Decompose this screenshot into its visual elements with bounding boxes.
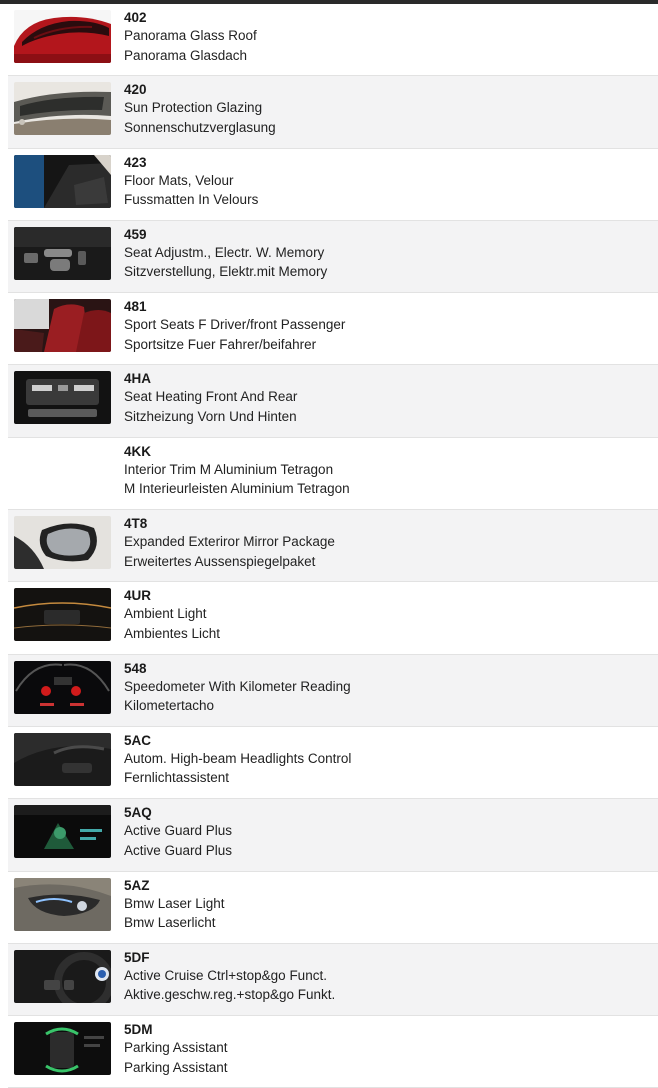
option-name-de: Aktive.geschw.reg.+stop&go Funkt. [124, 987, 336, 1003]
list-item: 4UR Ambient Light Ambientes Licht [8, 582, 658, 655]
option-name-de: Erweitertes Aussenspiegelpaket [124, 553, 316, 569]
option-name-de: Ambientes Licht [124, 625, 221, 641]
option-name-de: Sitzheizung Vorn Und Hinten [124, 408, 297, 424]
list-item: 4T8 Expanded Exteriror Mirror Package Er… [8, 510, 658, 583]
option-name-de: Sonnenschutzverglasung [124, 119, 276, 135]
list-item: 459 Seat Adjustm., Electr. W. Memory Sit… [8, 220, 658, 294]
option-name-de: Fernlichtassistent [124, 770, 230, 786]
list-item: 548 Speedometer With Kilometer Reading K… [8, 654, 658, 727]
option-name-en: Ambient Light [124, 606, 207, 622]
option-name-de: Panorama Glasdach [124, 47, 248, 63]
option-name-de: Sitzverstellung, Elektr.mit Memory [124, 264, 328, 280]
steering-wheel-thumbnail [14, 949, 111, 1003]
dashboard-thumbnail [14, 732, 111, 786]
red-car-roof-thumbnail [14, 10, 111, 63]
option-code: 4T8 [124, 516, 148, 532]
list-item: 423 Floor Mats, Velour Fussmatten In Vel… [8, 148, 658, 221]
list-item: 4HA Seat Heating Front And Rear Sitzheiz… [8, 365, 658, 438]
option-code: 5AC [124, 732, 152, 748]
option-name-en: Interior Trim M Aluminium Tetragon [124, 461, 334, 477]
option-name-en: Seat Heating Front And Rear [124, 389, 298, 405]
side-mirror-thumbnail [14, 516, 111, 570]
option-name-de: Active Guard Plus [124, 842, 233, 858]
option-code: 481 [124, 299, 147, 315]
option-code: 4KK [124, 443, 152, 459]
speedometer-thumbnail [14, 660, 111, 714]
option-name-en: Seat Adjustm., Electr. W. Memory [124, 244, 325, 260]
option-code: 5DM [124, 1022, 153, 1038]
option-name-en: Active Cruise Ctrl+stop&go Funct. [124, 967, 327, 983]
option-code: 423 [124, 154, 147, 170]
option-name-en: Floor Mats, Velour [124, 172, 234, 188]
side-window-thumbnail [14, 82, 111, 136]
floor-mats-thumbnail [14, 154, 111, 208]
option-name-de: Fussmatten In Velours [124, 192, 259, 208]
option-code: 5AZ [124, 877, 150, 893]
option-name-en: Active Guard Plus [124, 823, 233, 839]
option-name-de: Sportsitze Fuer Fahrer/beifahrer [124, 336, 317, 352]
option-code: 402 [124, 10, 147, 25]
list-item: 402 Panorama Glass Roof Panorama Glasdac… [8, 4, 658, 77]
option-name-de: M Interieurleisten Aluminium Tetragon [124, 481, 350, 497]
list-item: 5AC Autom. High-beam Headlights Control … [8, 726, 658, 800]
list-item: 5AZ Bmw Laser Light Bmw Laserlicht [8, 871, 658, 944]
option-name-de: Kilometertacho [124, 698, 215, 714]
option-name-en: Sun Protection Glazing [124, 100, 263, 116]
list-item: 4KK Interior Trim M Aluminium Tetragon M… [8, 437, 658, 511]
list-item: 5DF Active Cruise Ctrl+stop&go Funct. Ak… [8, 943, 658, 1017]
parking-assistant-thumbnail [14, 1022, 111, 1076]
option-code: 4UR [124, 588, 152, 604]
list-item: 481 Sport Seats F Driver/front Passenger… [8, 293, 658, 366]
red-sport-seats-thumbnail [14, 299, 111, 353]
option-name-en: Sport Seats F Driver/front Passenger [124, 317, 346, 333]
option-list: 402 Panorama Glass Roof Panorama Glasdac… [8, 4, 658, 1088]
laser-headlight-thumbnail [14, 877, 111, 931]
option-code: 4HA [124, 371, 152, 387]
list-item: 420 Sun Protection Glazing Sonnenschutzv… [8, 76, 658, 149]
option-name-en: Autom. High-beam Headlights Control [124, 750, 352, 766]
option-code: 420 [124, 82, 147, 98]
ambient-light-thumbnail [14, 588, 111, 642]
option-name-en: Expanded Exteriror Mirror Package [124, 534, 335, 550]
option-name-en: Bmw Laser Light [124, 895, 225, 911]
seat-controls-thumbnail [14, 226, 111, 280]
option-code: 5DF [124, 949, 150, 965]
list-item: 5DM Parking Assistant Parking Assistant [8, 1016, 658, 1088]
option-name-en: Panorama Glass Roof [124, 28, 257, 43]
option-name-en: Speedometer With Kilometer Reading [124, 678, 351, 694]
active-guard-thumbnail [14, 805, 111, 859]
option-name-de: Bmw Laserlicht [124, 915, 216, 931]
climate-panel-thumbnail [14, 371, 111, 425]
list-item: 5AQ Active Guard Plus Active Guard Plus [8, 799, 658, 872]
option-code: 5AQ [124, 805, 152, 821]
option-code: 459 [124, 226, 147, 242]
option-code: 548 [124, 660, 147, 676]
option-name-de: Parking Assistant [124, 1059, 228, 1075]
option-name-en: Parking Assistant [124, 1040, 228, 1056]
